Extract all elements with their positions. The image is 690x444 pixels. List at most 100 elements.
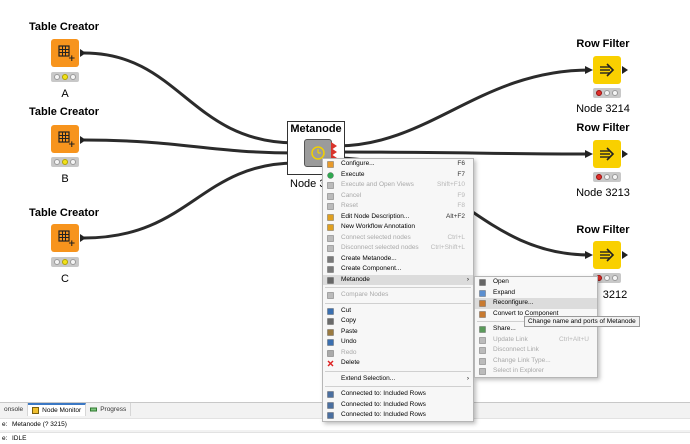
row-filter-2-node[interactable] [593,140,621,168]
menu-item-undo[interactable]: Undo [323,337,473,348]
menu-item-connected-to-included-rows[interactable]: Connected to: Included Rows [323,410,473,421]
convert-icon [479,310,486,318]
paste-icon [327,328,334,336]
menu-item-reconfigure[interactable]: Reconfigure... [475,298,597,309]
status-light-yellow [62,74,68,80]
menu-item-label: Delete [341,359,360,366]
menu-item-shortcut: Ctrl+Alt+U [559,335,589,343]
tab-console[interactable]: onsole [0,403,29,416]
menu-item-execute[interactable]: Execute F7 [323,170,473,181]
undo-icon [327,339,334,346]
menu-item-shortcut: Alt+F2 [446,212,465,220]
row-filter-1-label[interactable]: Node 3214 [575,103,631,115]
svg-text:+: + [68,54,76,64]
menu-item-edit-node-description[interactable]: Edit Node Description... Alt+F2 [323,212,473,223]
connect-icon [327,234,334,242]
connection-c-metanode [83,161,297,240]
table-creator-a-out-port[interactable] [80,49,86,57]
menu-item-connected-to-included-rows[interactable]: Connected to: Included Rows [323,389,473,400]
tab-node-monitor[interactable]: Node Monitor [28,403,87,416]
menu-item-delete[interactable]: Delete [323,358,473,369]
menu-item-change-link-type: Change Link Type... [475,356,597,367]
table-view-icon [327,412,334,419]
status-light-red [596,174,602,180]
row-filter-3-node[interactable] [593,241,621,269]
row-filter-icon [600,63,615,77]
node-monitor-state-row: e: IDLE [0,432,690,444]
menu-item-shortcut: Ctrl+Shift+L [430,244,465,251]
row-filter-1-out-port[interactable] [622,66,628,74]
table-creator-b-out-port[interactable] [80,136,86,144]
menu-item-shortcut: F7 [457,170,465,178]
menu-item-label: Select in Explorer [493,367,544,374]
menu-item-configure[interactable]: Configure... F6 [323,159,473,170]
menu-item-shortcut: F9 [457,191,465,199]
menu-item-label: Metanode [341,275,370,283]
table-creator-c-title: Table Creator [28,207,100,219]
rowfilter-3-in-port [585,251,593,259]
metanode-title: Metanode [290,123,342,135]
row-filter-icon [600,248,615,262]
menu-item-create-metanode[interactable]: Create Metanode... [323,254,473,265]
menu-item-disconnect-selected-nodes: Disconnect selected nodes Ctrl+Shift+L [323,243,473,254]
table-creator-a-status [51,72,79,82]
row-filter-1-node[interactable] [593,56,621,84]
metanode-icon [327,276,334,284]
submenu-arrow-icon: › [466,374,469,382]
row-filter-3-label[interactable]: 3212 [600,289,630,301]
menu-item-shortcut: F6 [457,160,465,167]
menu-item-label: Connected to: Included Rows [341,390,426,397]
connection-a-metanode [83,51,297,145]
edit-description-icon [327,213,334,221]
menu-item-label: New Workflow Annotation [341,223,415,230]
table-creator-b-node[interactable]: + [51,125,79,153]
delete-icon [327,360,334,367]
tab-progress[interactable]: Progress [86,403,132,416]
status-light-green [612,275,618,281]
table-creator-c-out-port[interactable] [80,234,86,242]
row-filter-2-out-port[interactable] [622,150,628,158]
menu-item-metanode[interactable]: Metanode › [323,274,473,285]
copy-icon [327,318,334,325]
update-link-icon [479,336,486,344]
menu-item-label: Reconfigure... [493,299,534,306]
menu-item-label: Connect selected nodes [341,233,411,241]
metanode-label[interactable]: Node 3 [290,178,325,190]
table-creator-c-node[interactable]: + [51,224,79,252]
menu-item-extend-selection[interactable]: Extend Selection... › [323,374,473,385]
menu-item-create-component[interactable]: Create Component... [323,264,473,275]
change-link-icon [479,357,486,365]
node-context-menu: Configure... F6 Execute F7 Execute and Open … [322,158,474,422]
annotation-icon [327,224,334,231]
status-light-yellow [604,174,610,180]
menu-item-redo: Redo [323,348,473,359]
row-filter-1-status [593,88,621,98]
table-creator-c-label[interactable]: C [51,273,79,285]
menu-item-expand[interactable]: Expand [475,288,597,299]
menu-item-label: Reset [341,202,358,209]
row-filter-2-status [593,172,621,182]
menu-item-label: Execute and Open Views [341,181,414,188]
row-filter-3-out-port[interactable] [622,251,628,259]
menu-item-new-workflow-annotation[interactable]: New Workflow Annotation [323,222,473,233]
menu-item-cancel: Cancel F9 [323,191,473,202]
status-light-green [70,74,76,80]
menu-item-cut[interactable]: Cut [323,306,473,317]
menu-item-label: Open [493,278,509,285]
menu-item-label: Connected to: Included Rows [341,411,426,418]
svg-text:+: + [68,239,76,249]
table-creator-a-node[interactable]: + [51,39,79,67]
menu-separator [325,302,471,304]
status-light-yellow [604,90,610,96]
menu-item-connected-to-included-rows[interactable]: Connected to: Included Rows [323,400,473,411]
menu-item-paste[interactable]: Paste [323,327,473,338]
table-creator-a-label[interactable]: A [51,88,79,100]
table-view-icon [327,391,334,398]
menu-item-copy[interactable]: Copy [323,316,473,327]
menu-item-open[interactable]: Open [475,277,597,288]
table-creator-icon: + [58,45,76,64]
table-creator-b-label[interactable]: B [51,173,79,185]
row-filter-2-label[interactable]: Node 3213 [575,187,631,199]
select-explorer-icon [479,368,486,375]
reconfigure-icon [479,300,486,307]
